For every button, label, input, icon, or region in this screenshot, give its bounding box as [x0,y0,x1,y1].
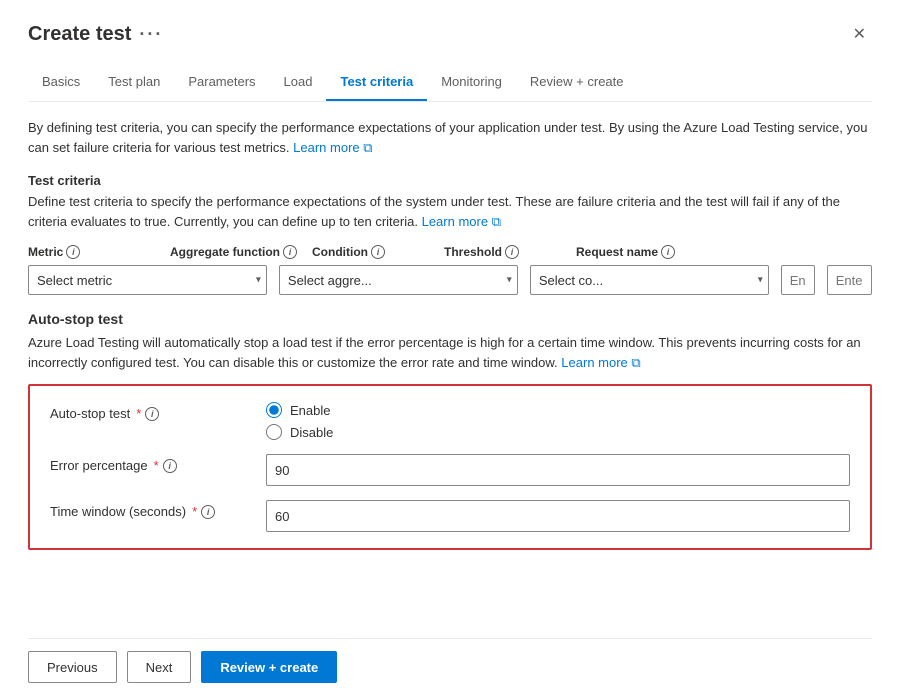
aggr-info-icon[interactable]: i [283,245,297,259]
request-name-input-wrapper [827,265,872,295]
error-pct-input[interactable] [266,454,850,486]
title-text: Create test [28,23,131,46]
intro-text: By defining test criteria, you can speci… [28,120,867,155]
autostop-enable-row: Auto-stop test * i Enable Disable [50,402,850,440]
threshold-input[interactable] [781,265,815,295]
tab-test-plan[interactable]: Test plan [94,64,174,101]
tab-parameters[interactable]: Parameters [174,64,269,101]
error-pct-row: Error percentage * i [50,454,850,486]
threshold-col-header: Threshold i [444,245,564,259]
autostop-disable-label: Disable [290,425,333,440]
autostop-learn-more-link[interactable]: Learn more ⧉ [561,355,640,370]
criteria-header-row: Metric i Aggregate function i Condition … [28,245,872,259]
test-criteria-title: Test criteria [28,173,872,188]
tab-load[interactable]: Load [270,64,327,101]
autostop-info-icon[interactable]: i [145,407,159,421]
intro-learn-more-link[interactable]: Learn more ⧉ [293,140,372,155]
time-window-label: Time window (seconds) * i [50,500,250,519]
criteria-learn-more-link[interactable]: Learn more ⧉ [422,214,501,229]
autostop-options: Enable Disable [266,402,850,440]
metric-select[interactable]: Select metric [28,265,267,295]
autostop-box: Auto-stop test * i Enable Disable [28,384,872,550]
title-dots: ··· [139,24,163,45]
time-window-info-icon[interactable]: i [201,505,215,519]
error-pct-info-icon[interactable]: i [163,459,177,473]
criteria-external-link-icon: ⧉ [492,214,501,229]
autostop-external-link-icon: ⧉ [631,355,640,370]
close-icon: ✕ [853,24,866,44]
autostop-enable-label: Enable [290,403,330,418]
metric-select-wrapper: Select metric ▾ [28,265,267,295]
dialog-header: Create test ··· ✕ [28,20,872,48]
dialog-title: Create test ··· [28,23,163,46]
external-link-icon: ⧉ [363,140,372,155]
time-window-input[interactable] [266,500,850,532]
request-name-info-icon[interactable]: i [661,245,675,259]
test-criteria-desc: Define test criteria to specify the perf… [28,192,872,231]
dialog-footer: Previous Next Review + create [28,638,872,699]
previous-button[interactable]: Previous [28,651,117,683]
time-window-row: Time window (seconds) * i [50,500,850,532]
error-pct-input-wrapper [266,454,850,486]
metric-info-icon[interactable]: i [66,245,80,259]
intro-paragraph: By defining test criteria, you can speci… [28,118,872,157]
condition-col-header: Condition i [312,245,432,259]
review-create-button[interactable]: Review + create [201,651,337,683]
request-name-col-header: Request name i [576,245,736,259]
close-button[interactable]: ✕ [847,20,872,48]
time-window-required-mark: * [192,504,197,519]
time-window-input-wrapper [266,500,850,532]
condition-select[interactable]: Select co... [530,265,769,295]
aggr-select-wrapper: Select aggre... ▾ [279,265,518,295]
condition-select-wrapper: Select co... ▾ [530,265,769,295]
tab-test-criteria[interactable]: Test criteria [326,64,427,101]
autostop-disable-radio[interactable] [266,424,282,440]
main-content: By defining test criteria, you can speci… [28,118,872,638]
autostop-enable-option[interactable]: Enable [266,402,850,418]
aggr-select[interactable]: Select aggre... [279,265,518,295]
tab-basics[interactable]: Basics [28,64,94,101]
autostop-label: Auto-stop test * i [50,402,250,421]
autostop-enable-radio[interactable] [266,402,282,418]
criteria-input-row: Select metric ▾ Select aggre... ▾ Select… [28,265,872,295]
metric-col-header: Metric i [28,245,158,259]
threshold-input-wrapper [781,265,815,295]
next-button[interactable]: Next [127,651,192,683]
error-pct-required-mark: * [154,458,159,473]
create-test-dialog: Create test ··· ✕ Basics Test plan Param… [0,0,900,699]
request-name-input[interactable] [827,265,872,295]
threshold-info-icon[interactable]: i [505,245,519,259]
tab-monitoring[interactable]: Monitoring [427,64,516,101]
condition-info-icon[interactable]: i [371,245,385,259]
autostop-disable-option[interactable]: Disable [266,424,850,440]
autostop-radio-group: Enable Disable [266,402,850,440]
tab-bar: Basics Test plan Parameters Load Test cr… [28,64,872,102]
autostop-title: Auto-stop test [28,311,872,327]
aggr-col-header: Aggregate function i [170,245,300,259]
autostop-required-mark: * [136,406,141,421]
error-pct-label: Error percentage * i [50,454,250,473]
autostop-desc: Azure Load Testing will automatically st… [28,333,872,372]
tab-review-create[interactable]: Review + create [516,64,638,101]
